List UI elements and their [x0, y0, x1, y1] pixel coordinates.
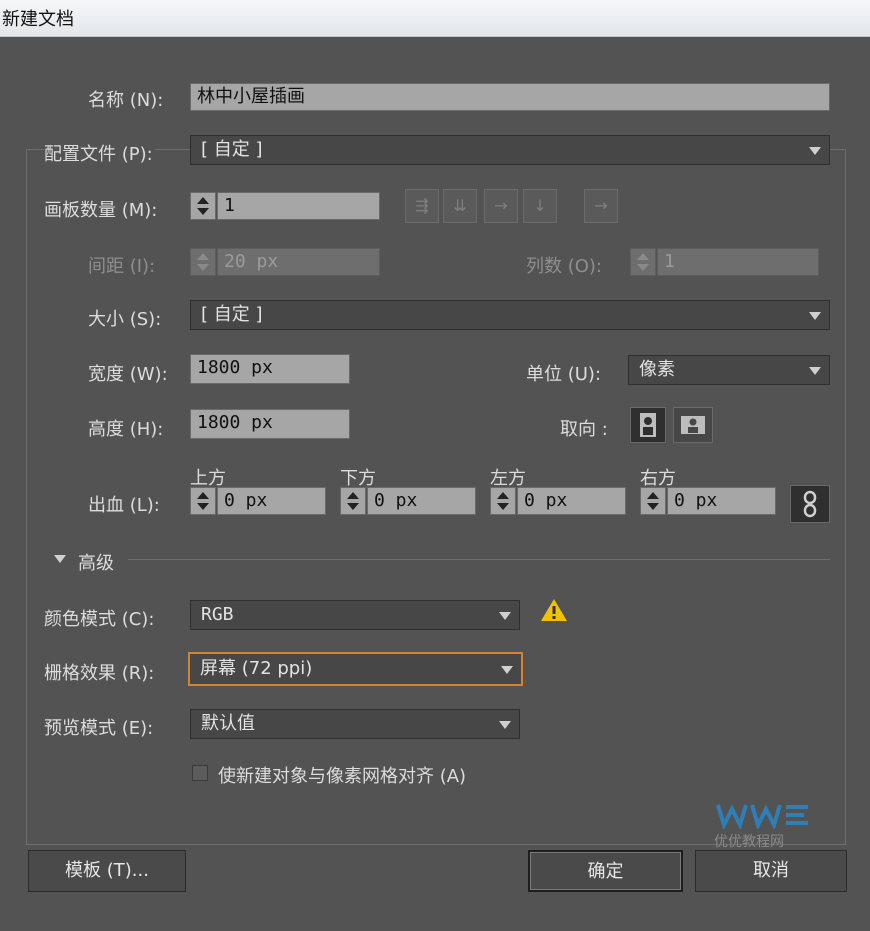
spacing-input[interactable]: 20 px — [217, 248, 380, 276]
spacing-label: 间距 (I): — [88, 256, 156, 277]
preview-mode-value: 默认值 — [201, 713, 255, 734]
window-title: 新建文档 — [2, 9, 74, 30]
watermark-text: 优优教程网 — [714, 834, 784, 850]
orientation-label: 取向 : — [560, 419, 608, 440]
chevron-down-icon — [499, 721, 511, 729]
bleed-right-input[interactable]: 0 px — [667, 487, 776, 515]
stepper-down-icon — [347, 503, 359, 510]
bleed-right-stepper[interactable] — [640, 487, 666, 515]
stepper-down-icon — [197, 208, 209, 215]
bleed-left-stepper[interactable] — [490, 487, 516, 515]
size-label: 大小 (S): — [88, 309, 162, 330]
name-input[interactable]: 林中小屋插画 — [190, 83, 830, 111]
arrange-by-column-icon[interactable]: ↓ — [523, 189, 557, 223]
stepper-up-icon — [637, 253, 649, 260]
chevron-down-icon — [809, 147, 821, 155]
link-bleed-button[interactable] — [790, 485, 830, 523]
artboard-count-label: 画板数量 (M): — [44, 200, 158, 221]
bleed-bottom-input[interactable]: 0 px — [367, 487, 476, 515]
ok-button[interactable]: 确定 — [528, 850, 683, 892]
columns-stepper[interactable] — [630, 248, 656, 276]
bleed-label: 出血 (L): — [88, 495, 160, 516]
layout-direction-icon[interactable]: → — [584, 189, 618, 223]
stepper-down-icon — [647, 503, 659, 510]
triangle-down-icon[interactable] — [54, 555, 66, 563]
color-mode-dropdown[interactable]: RGB — [190, 600, 520, 630]
preview-mode-dropdown[interactable]: 默认值 — [190, 709, 520, 739]
advanced-divider — [128, 559, 830, 560]
watermark-logo-graphic — [716, 804, 808, 831]
new-document-dialog: 名称 (N): 林中小屋插画 配置文件 (P): [ 自定 ] 画板数量 (M)… — [0, 37, 870, 931]
title-bar: 新建文档 — [0, 0, 870, 37]
bleed-bottom-stepper[interactable] — [340, 487, 366, 515]
raster-effects-value: 屏幕 (72 ppi) — [200, 658, 313, 679]
units-label: 单位 (U): — [526, 364, 602, 385]
stepper-down-icon — [197, 503, 209, 510]
watermark-logo — [714, 801, 810, 831]
stepper-down-icon — [637, 264, 649, 271]
height-label: 高度 (H): — [88, 419, 164, 440]
bleed-top-input[interactable]: 0 px — [217, 487, 326, 515]
profile-value: [ 自定 ] — [201, 139, 263, 160]
align-pixel-grid-label[interactable]: 使新建对象与像素网格对齐 (A) — [218, 762, 466, 788]
stepper-up-icon — [647, 492, 659, 499]
cancel-button[interactable]: 取消 — [695, 850, 847, 892]
stepper-down-icon — [497, 503, 509, 510]
raster-effects-dropdown[interactable]: 屏幕 (72 ppi) — [188, 652, 523, 686]
stepper-up-icon — [497, 492, 509, 499]
size-value: [ 自定 ] — [201, 304, 263, 325]
landscape-icon — [681, 416, 705, 434]
units-value: 像素 — [639, 359, 675, 380]
spacing-stepper[interactable] — [190, 248, 216, 276]
grid-by-column-icon[interactable]: ⇊ — [443, 189, 477, 223]
portrait-icon — [640, 413, 656, 437]
color-mode-value: RGB — [201, 604, 234, 625]
stepper-up-icon — [347, 492, 359, 499]
landscape-orientation-button[interactable] — [673, 407, 713, 443]
profile-dropdown[interactable]: [ 自定 ] — [190, 135, 830, 165]
raster-effects-label: 栅格效果 (R): — [44, 663, 155, 684]
stepper-down-icon — [197, 264, 209, 271]
height-input[interactable]: 1800 px — [190, 409, 350, 439]
color-mode-label: 颜色模式 (C): — [44, 609, 155, 630]
artboard-count-input[interactable]: 1 — [217, 192, 380, 220]
portrait-orientation-button[interactable] — [630, 407, 666, 443]
width-label: 宽度 (W): — [88, 364, 168, 385]
size-dropdown[interactable]: [ 自定 ] — [190, 300, 830, 330]
stepper-up-icon — [197, 253, 209, 260]
chain-link-icon — [803, 490, 817, 518]
advanced-toggle[interactable]: 高级 — [78, 549, 114, 575]
chevron-down-icon — [501, 666, 513, 674]
bleed-top-stepper[interactable] — [190, 487, 216, 515]
stepper-up-icon — [197, 197, 209, 204]
name-label: 名称 (N): — [88, 90, 164, 111]
chevron-down-icon — [499, 612, 511, 620]
columns-input[interactable]: 1 — [657, 248, 819, 276]
artboard-count-stepper[interactable] — [190, 192, 216, 220]
templates-button[interactable]: 模板 (T)... — [28, 850, 186, 892]
profile-label: 配置文件 (P): — [44, 140, 155, 166]
chevron-down-icon — [809, 367, 821, 375]
grid-by-row-icon[interactable]: ⇶ — [405, 189, 439, 223]
bleed-left-input[interactable]: 0 px — [517, 487, 626, 515]
preview-mode-label: 预览模式 (E): — [44, 718, 154, 739]
width-input[interactable]: 1800 px — [190, 354, 350, 384]
units-dropdown[interactable]: 像素 — [628, 355, 830, 385]
arrange-by-row-icon[interactable]: → — [484, 189, 518, 223]
chevron-down-icon — [809, 312, 821, 320]
align-pixel-grid-checkbox[interactable] — [192, 765, 208, 781]
columns-label: 列数 (O): — [526, 256, 602, 277]
warning-icon — [541, 599, 567, 621]
stepper-up-icon — [197, 492, 209, 499]
